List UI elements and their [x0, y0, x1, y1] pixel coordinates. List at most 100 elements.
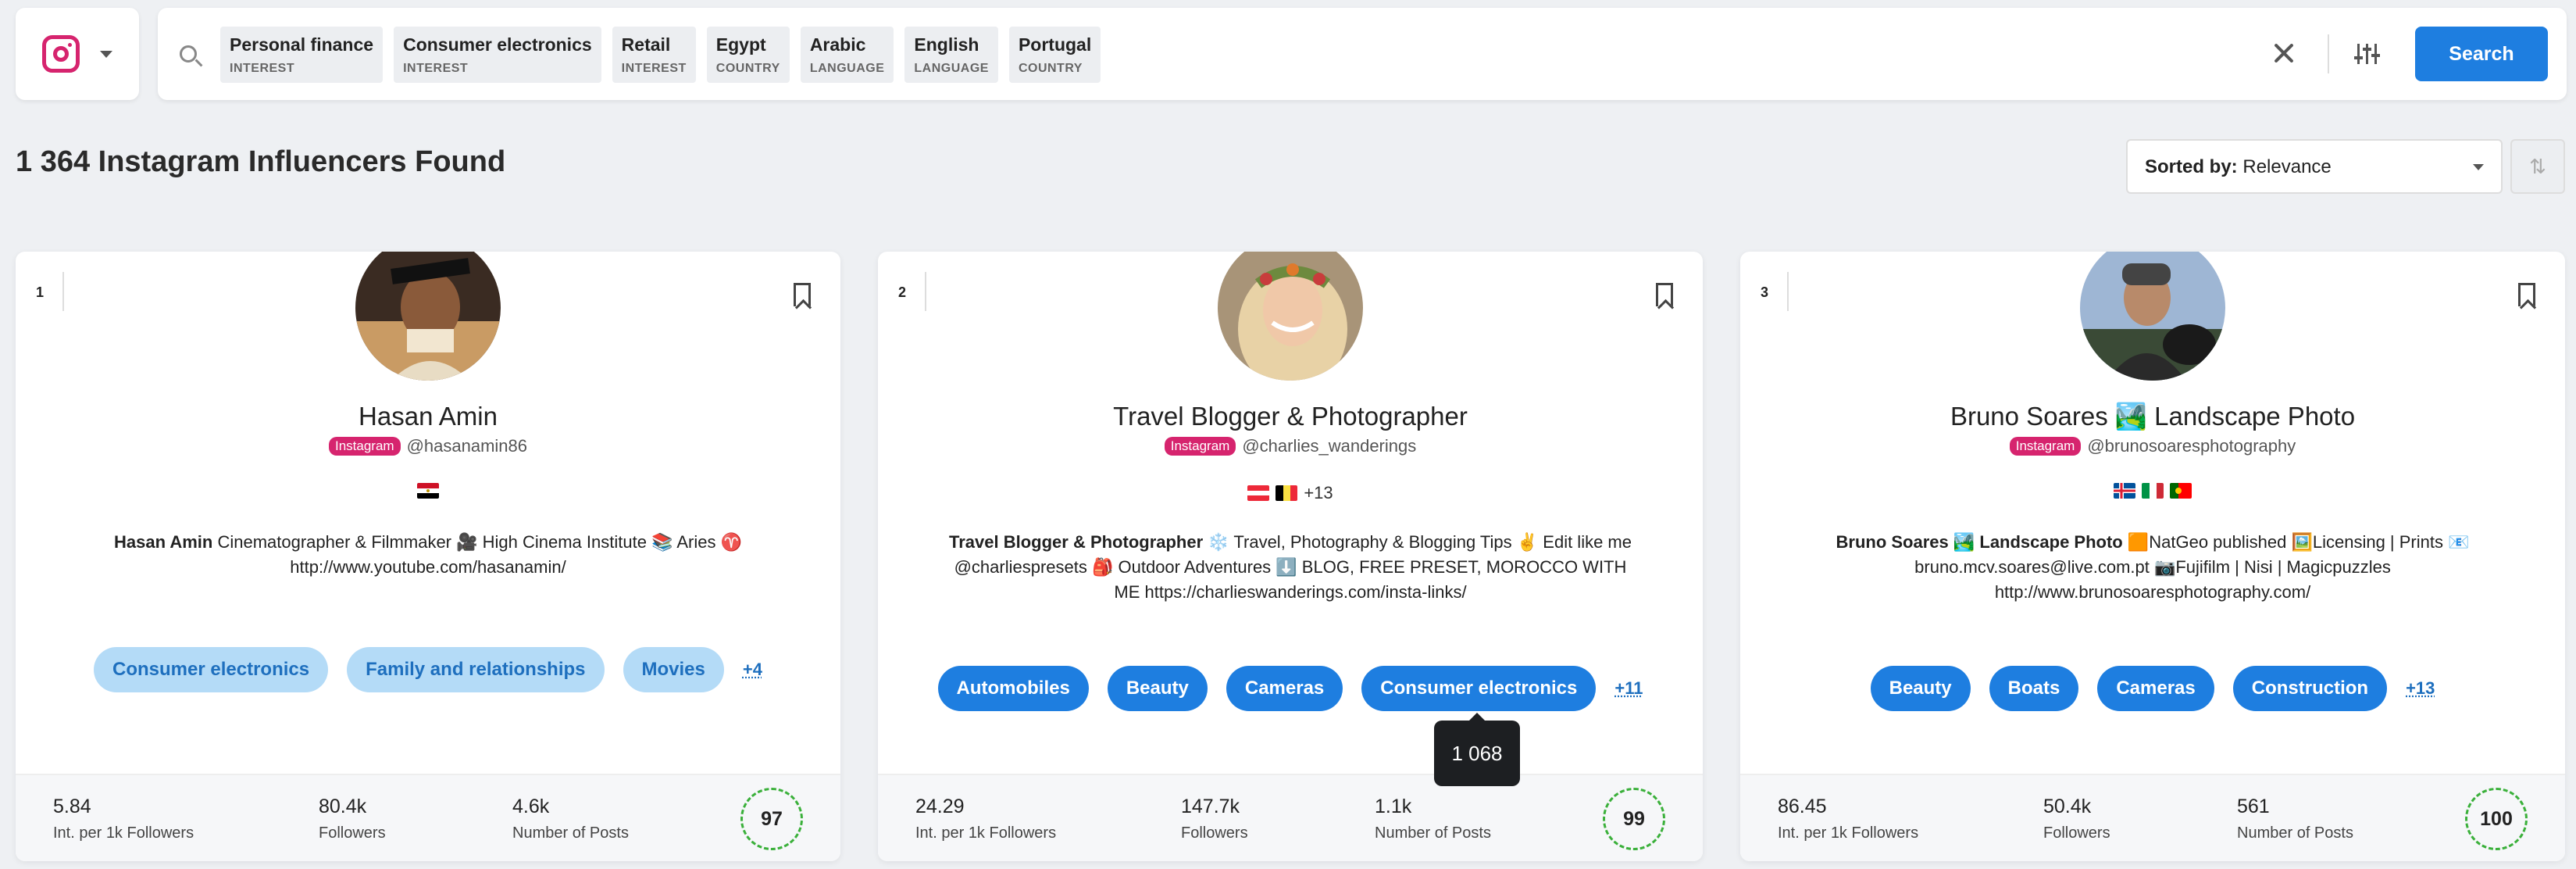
filter-chip[interactable]: Retail INTEREST [612, 27, 696, 83]
filter-chip[interactable]: English LANGUAGE [904, 27, 998, 83]
stat-label: Int. per 1k Followers [53, 824, 194, 842]
stat-label: Number of Posts [1375, 824, 1491, 842]
filter-chip[interactable]: Arabic LANGUAGE [800, 27, 894, 83]
country-flags [1740, 483, 2565, 499]
chip-type: INTEREST [403, 62, 469, 75]
chip-type: COUNTRY [715, 62, 780, 75]
relevance-score: 99 [1603, 788, 1665, 850]
stat-engagement: 86.45 Int. per 1k Followers [1778, 796, 1918, 842]
stat-posts[interactable]: 1.1k Number of Posts [1375, 796, 1491, 842]
flag-egypt-icon [417, 483, 439, 499]
platform-badge: Instagram [2009, 437, 2082, 456]
handle[interactable]: @charlies_wanderings [1242, 436, 1416, 456]
handle-row: Instagram @charlies_wanderings [878, 436, 1703, 456]
stat-followers: 50.4k Followers [2043, 796, 2110, 842]
card-stats: 5.84 Int. per 1k Followers 80.4k Followers… [16, 774, 840, 861]
interest-tag[interactable]: Consumer electronics [1361, 666, 1597, 711]
stat-label: Followers [1181, 824, 1248, 842]
chip-label: Egypt [715, 34, 766, 55]
sort-direction-button[interactable]: ⇅ [2510, 139, 2565, 194]
flag-iceland-icon [2114, 483, 2135, 499]
sort-select[interactable]: Sorted by: Relevance [2126, 139, 2503, 194]
bookmark-icon[interactable] [1656, 283, 1673, 306]
stat-label: Number of Posts [512, 824, 629, 842]
stat-followers: 147.7k Followers [1181, 796, 1248, 842]
more-tags-link[interactable]: +13 [2406, 678, 2435, 699]
chip-type: INTEREST [621, 62, 687, 75]
interest-tag[interactable]: Automobiles [937, 666, 1089, 711]
filter-chip[interactable]: Portugal COUNTRY [1008, 27, 1101, 83]
interest-tag[interactable]: Consumer electronics [94, 647, 329, 692]
chip-label: Arabic [809, 34, 866, 55]
search-bar[interactable]: Personal finance INTEREST Consumer electr… [158, 8, 2567, 100]
influencer-name[interactable]: Bruno Soares 🏞️ Landscape Photo [1740, 402, 2565, 432]
bio-text: Cinematographer & Filmmaker 🎥 High Cinem… [212, 532, 742, 577]
stat-engagement: 5.84 Int. per 1k Followers [53, 796, 194, 842]
stat-value: 80.4k [319, 796, 367, 817]
platform-selector[interactable] [16, 8, 139, 100]
chevron-down-icon [100, 50, 112, 58]
filter-chip[interactable]: Consumer electronics INTEREST [394, 27, 601, 83]
results-count-title: 1 364 Instagram Influencers Found [16, 145, 506, 178]
handle[interactable]: @hasanamin86 [407, 436, 527, 456]
handle[interactable]: @brunosoaresphotography [2087, 436, 2296, 456]
bio-name: Hasan Amin [114, 532, 213, 552]
chip-label: Personal finance [230, 34, 374, 55]
chip-type: COUNTRY [1018, 62, 1083, 75]
interest-tag[interactable]: Beauty [1107, 666, 1208, 711]
interest-tag[interactable]: Construction [2232, 666, 2388, 711]
more-tags-link[interactable]: +11 [1614, 678, 1643, 699]
avatar [353, 252, 503, 383]
instagram-icon [42, 35, 80, 73]
filter-settings-icon[interactable] [2354, 41, 2381, 67]
filter-chips: Personal finance INTEREST Consumer electr… [220, 27, 1101, 83]
relevance-score: 97 [740, 788, 803, 850]
bookmark-icon[interactable] [2518, 283, 2535, 306]
interest-tag[interactable]: Cameras [2097, 666, 2214, 711]
interest-tag[interactable]: Cameras [1226, 666, 1343, 711]
clear-icon[interactable] [2270, 39, 2298, 67]
stat-value: 561 [2237, 796, 2270, 817]
influencer-name[interactable]: Hasan Amin [16, 402, 840, 431]
influencer-name[interactable]: Travel Blogger & Photographer [878, 402, 1703, 431]
chip-type: INTEREST [230, 62, 295, 75]
filter-chip[interactable]: Personal finance INTEREST [220, 27, 384, 83]
chip-label: Retail [621, 34, 671, 55]
more-tags-link[interactable]: +4 [743, 660, 762, 680]
stat-posts[interactable]: 561 Number of Posts [2237, 796, 2353, 842]
chevron-down-icon [2473, 164, 2484, 170]
interest-tag[interactable]: Family and relationships [347, 647, 605, 692]
stat-label: Int. per 1k Followers [915, 824, 1057, 842]
sort-arrows-icon: ⇅ [2529, 154, 2546, 178]
flag-belgium-icon [1276, 485, 1298, 501]
more-flags-count[interactable]: +13 [1304, 483, 1333, 503]
interest-tag[interactable]: Beauty [1870, 666, 1971, 711]
bookmark-icon[interactable] [794, 283, 811, 306]
card-stats: 24.29 Int. per 1k Followers 147.7k Followe… [878, 774, 1703, 861]
country-flags: +13 [878, 483, 1703, 503]
influencer-card[interactable]: 1 Hasan Amin Instagram @hasanamin86 Hasan… [16, 252, 840, 861]
card-stats: 86.45 Int. per 1k Followers 50.4k Follower… [1740, 774, 2565, 861]
flag-portugal-icon [2170, 483, 2192, 499]
stat-posts[interactable]: 4.6k Number of Posts [512, 796, 629, 842]
interest-tag[interactable]: Movies [623, 647, 724, 692]
avatar [1215, 252, 1365, 383]
chip-label: Portugal [1018, 34, 1092, 55]
chip-label: English [914, 34, 979, 55]
bio: Travel Blogger & Photographer ❄️ Travel,… [940, 530, 1640, 605]
search-button[interactable]: Search [2415, 27, 2548, 81]
search-icon [180, 45, 197, 63]
interest-tag[interactable]: Boats [1989, 666, 2079, 711]
bio-name: Travel Blogger & Photographer [949, 532, 1204, 552]
chip-label: Consumer electronics [403, 34, 592, 55]
relevance-score: 100 [2465, 788, 2528, 850]
stat-label: Followers [319, 824, 386, 842]
influencer-card[interactable]: 2 Travel Blogger & Photographer Instagra… [878, 252, 1703, 861]
interest-tags: Consumer electronics Family and relation… [16, 647, 840, 692]
stat-value: 50.4k [2043, 796, 2092, 817]
handle-row: Instagram @brunosoaresphotography [1740, 436, 2565, 456]
influencer-card[interactable]: 3 Bruno Soares 🏞️ Landscape Photo Instag… [1740, 252, 2565, 861]
filter-chip[interactable]: Egypt COUNTRY [706, 27, 790, 83]
bio-name: Bruno Soares 🏞️ Landscape Photo [1836, 532, 2123, 552]
posts-tooltip: 1 068 [1434, 713, 1520, 786]
